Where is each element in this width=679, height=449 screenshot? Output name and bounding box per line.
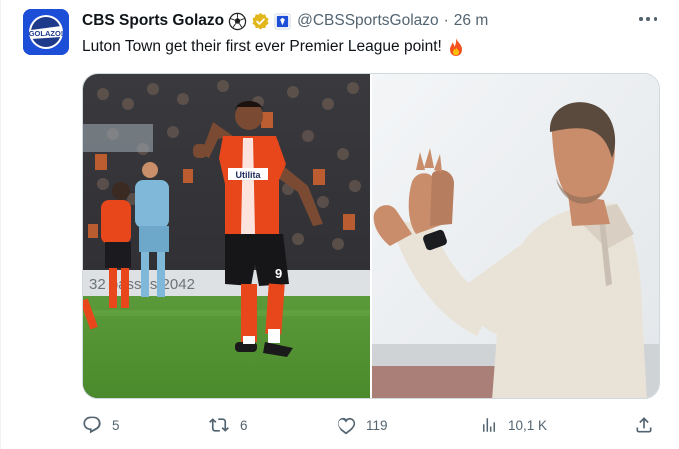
tweet-card[interactable]: GOLAZO! CBS Sports Golazo @CBSSportsGola…: [0, 0, 679, 449]
retweet-button[interactable]: 6: [208, 408, 248, 442]
tweet-media[interactable]: 32 passes 2042 Utilita 9: [82, 73, 660, 399]
share-icon: [634, 415, 654, 435]
views-icon: [480, 416, 498, 434]
like-count: 119: [366, 417, 388, 433]
like-icon: [336, 415, 356, 435]
tweet-text: Luton Town get their first ever Premier …: [82, 38, 442, 55]
account-name[interactable]: CBS Sports Golazo: [82, 12, 224, 30]
retweet-icon: [208, 415, 230, 435]
reply-button[interactable]: 5: [82, 408, 120, 442]
timestamp[interactable]: 26 m: [454, 12, 488, 30]
tweet-actions: 5 6 119 10,1 K: [82, 408, 660, 442]
account-handle[interactable]: @CBSSportsGolazo: [297, 12, 439, 30]
affiliate-badge-icon[interactable]: [274, 12, 291, 30]
shirt-number-text: 9: [275, 266, 282, 281]
reply-count: 5: [112, 417, 120, 433]
retweet-count: 6: [240, 417, 248, 433]
reply-icon: [82, 415, 102, 435]
shirt-sponsor-text: Utilita: [235, 170, 261, 180]
photo-player-celebrating[interactable]: 32 passes 2042 Utilita 9: [83, 74, 370, 398]
soccer-ball-icon: [228, 12, 247, 31]
tweet-header: CBS Sports Golazo @CBSSportsGolazo · 26 …: [82, 10, 488, 32]
photo-manager-applauding[interactable]: [372, 74, 659, 398]
avatar[interactable]: GOLAZO!: [23, 9, 69, 55]
separator-dot: ·: [443, 12, 449, 29]
views-count: 10,1 K: [508, 417, 548, 433]
tweet-text-row: Luton Town get their first ever Premier …: [82, 37, 465, 57]
more-icon[interactable]: [639, 14, 657, 24]
like-button[interactable]: 119: [336, 408, 388, 442]
views-button[interactable]: 10,1 K: [480, 408, 547, 442]
fire-emoji-icon: [447, 37, 465, 57]
avatar-logo-text: GOLAZO!: [29, 29, 64, 38]
verified-badge-icon[interactable]: [251, 12, 270, 31]
share-button[interactable]: [634, 408, 654, 442]
